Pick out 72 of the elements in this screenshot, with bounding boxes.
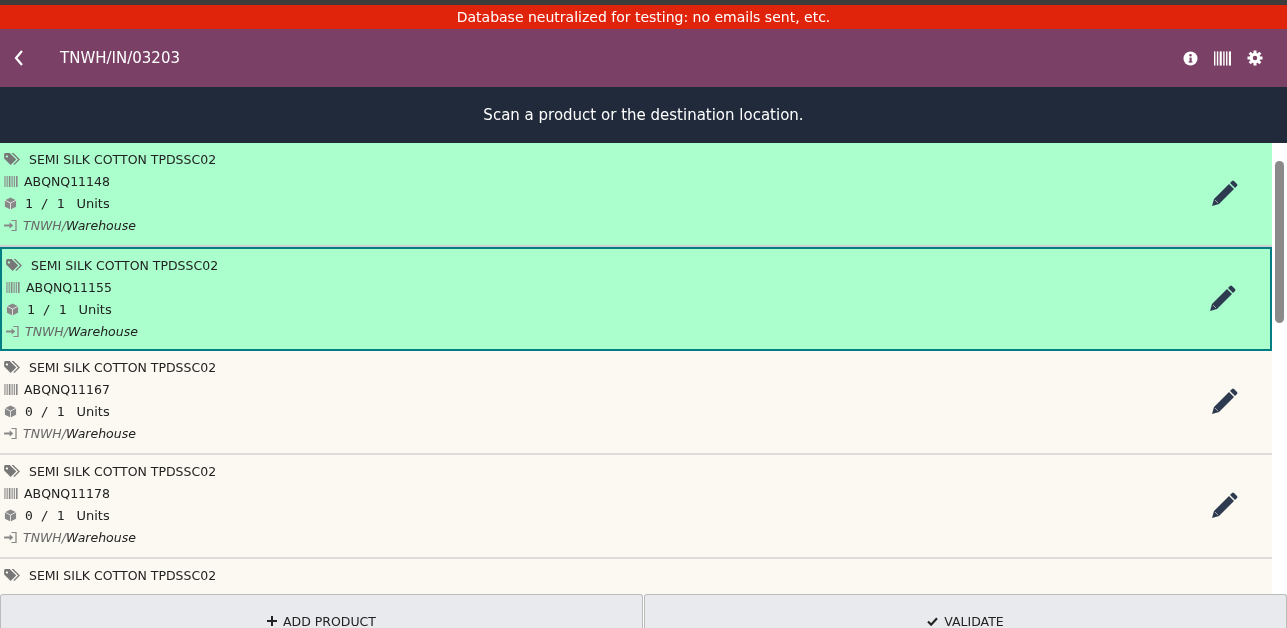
barcode-icon xyxy=(4,383,18,395)
unit-label: Units xyxy=(76,195,110,211)
tags-icon xyxy=(4,152,21,166)
edit-button[interactable] xyxy=(1208,285,1236,313)
info-icon xyxy=(1183,50,1198,66)
quantity-separator: / xyxy=(40,195,49,211)
destination-location: TNWH/Warehouse xyxy=(23,425,136,441)
barcode-button[interactable] xyxy=(1214,50,1231,66)
barcode-icon xyxy=(1214,50,1231,66)
add-product-button[interactable]: ADD PRODUCT xyxy=(0,594,643,628)
check-icon xyxy=(927,617,939,626)
tags-icon xyxy=(4,568,21,582)
cube-icon xyxy=(4,508,17,522)
lot-number: ABQNQ11167 xyxy=(24,381,110,397)
unit-label: Units xyxy=(78,301,112,317)
sign-in-icon xyxy=(4,531,17,543)
cube-icon xyxy=(4,404,17,418)
quantity-done: 1 xyxy=(27,301,35,317)
quantity-done: 0 xyxy=(25,403,33,419)
quantity-demand: 1 xyxy=(56,195,65,211)
product-name: SEMI SILK COTTON TPDSSC02 xyxy=(29,463,217,479)
edit-button[interactable] xyxy=(1210,388,1238,416)
edit-button[interactable] xyxy=(1210,492,1238,520)
edit-button[interactable] xyxy=(1210,180,1238,208)
pencil-icon xyxy=(1210,492,1238,520)
move-line[interactable]: SEMI SILK COTTON TPDSSC02 ABQNQ11167 0 / 1 Units TNWH/Warehouse xyxy=(0,351,1272,455)
lot-number: ABQNQ11155 xyxy=(26,279,112,295)
quantity-demand: 1 xyxy=(56,403,65,419)
instruction-message: Scan a product or the destination location. xyxy=(0,87,1287,143)
settings-icon xyxy=(1247,50,1263,66)
barcode-icon xyxy=(4,487,18,499)
info-button[interactable] xyxy=(1183,50,1198,66)
barcode-icon xyxy=(4,175,18,187)
lot-number: ABQNQ11178 xyxy=(24,485,110,501)
settings-button[interactable] xyxy=(1247,50,1263,66)
barcode-icon xyxy=(6,281,20,293)
cube-icon xyxy=(6,302,19,316)
product-name: SEMI SILK COTTON TPDSSC02 xyxy=(31,257,219,273)
pencil-icon xyxy=(1210,180,1238,208)
tags-icon xyxy=(4,360,21,374)
product-name: SEMI SILK COTTON TPDSSC02 xyxy=(29,151,217,167)
sign-in-icon xyxy=(4,427,17,439)
quantity-separator: / xyxy=(40,403,49,419)
sign-in-icon xyxy=(4,219,17,231)
product-name: SEMI SILK COTTON TPDSSC02 xyxy=(29,359,217,375)
back-icon xyxy=(14,50,24,66)
destination-location: TNWH/Warehouse xyxy=(25,323,138,339)
destination-location: TNWH/Warehouse xyxy=(23,217,136,233)
quantity-demand: 1 xyxy=(56,507,65,523)
cube-icon xyxy=(4,196,17,210)
quantity-done: 1 xyxy=(25,195,33,211)
product-name: SEMI SILK COTTON TPDSSC02 xyxy=(29,567,217,583)
tags-icon xyxy=(6,258,23,272)
tags-icon xyxy=(4,464,21,478)
sign-in-icon xyxy=(6,325,19,337)
pencil-icon xyxy=(1210,388,1238,416)
quantity-separator: / xyxy=(40,507,49,523)
pencil-icon xyxy=(1208,285,1236,313)
scrollbar-thumb[interactable] xyxy=(1275,161,1284,323)
quantity-separator: / xyxy=(42,301,51,317)
quantity-demand: 1 xyxy=(58,301,67,317)
validate-button[interactable]: VALIDATE xyxy=(644,594,1287,628)
destination-location: TNWH/Warehouse xyxy=(23,529,136,545)
plus-icon xyxy=(267,616,277,626)
record-title: TNWH/IN/03203 xyxy=(60,49,180,67)
lot-number: ABQNQ11148 xyxy=(24,173,110,189)
move-line[interactable]: SEMI SILK COTTON TPDSSC02 ABQNQ11178 0 / 1 Units TNWH/Warehouse xyxy=(0,455,1272,559)
unit-label: Units xyxy=(76,403,110,419)
test-banner: Database neutralized for testing: no emails sent, etc. xyxy=(0,5,1287,29)
quantity-done: 0 xyxy=(25,507,33,523)
back-button[interactable] xyxy=(14,50,24,66)
unit-label: Units xyxy=(76,507,110,523)
